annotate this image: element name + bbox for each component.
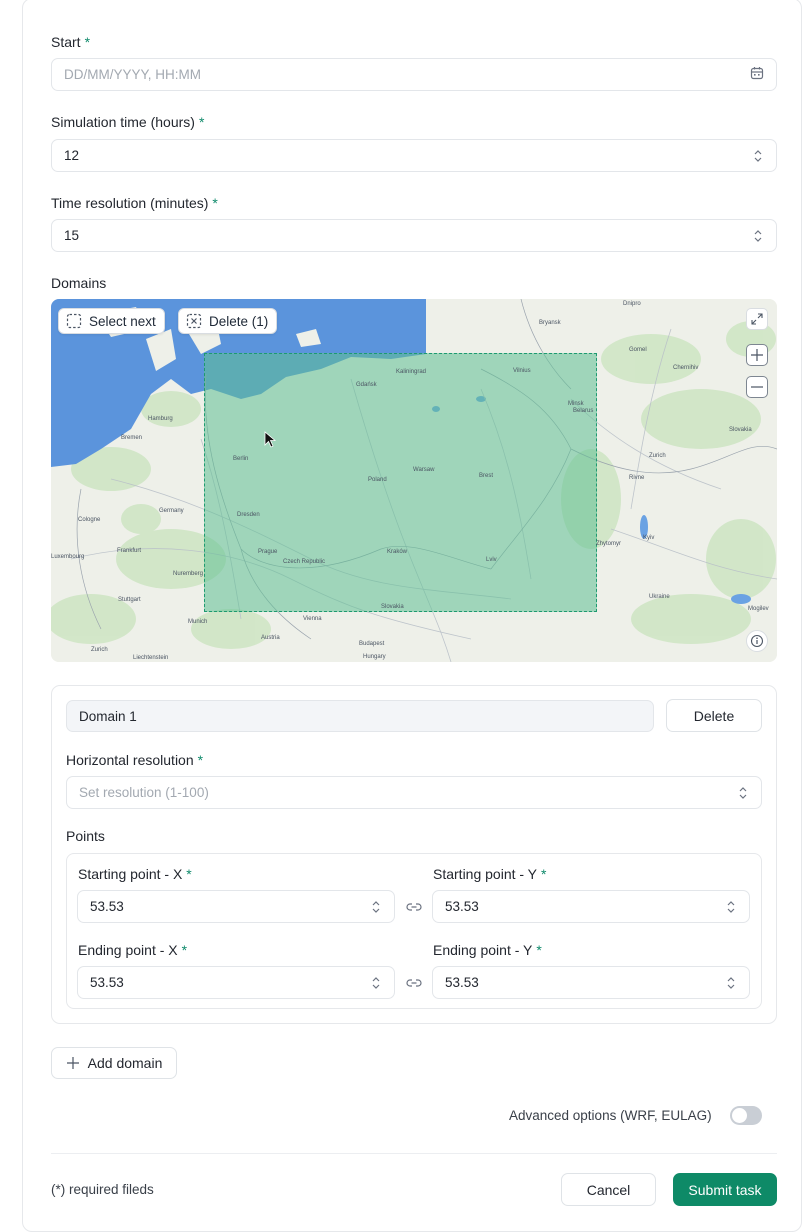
calendar-icon[interactable] — [750, 66, 764, 83]
map-city-label: Luxembourg — [51, 554, 85, 560]
stepper-icon[interactable] — [725, 975, 737, 991]
map-city-label: Dnipro — [623, 301, 641, 307]
stepper-icon[interactable] — [752, 228, 764, 244]
select-area-icon — [66, 313, 82, 329]
cancel-button[interactable]: Cancel — [561, 1173, 656, 1206]
map-city-label: Dresden — [237, 512, 260, 518]
map-city-label: Ukraine — [649, 594, 670, 600]
map-city-label: Munich — [188, 619, 208, 625]
map-city-label: Berlin — [233, 456, 249, 462]
map-city-label: Zurich — [91, 647, 108, 653]
ending-point-y-input[interactable]: 53.53 — [432, 966, 750, 999]
map-city-label: Budapest — [359, 641, 385, 647]
link-icon[interactable] — [406, 977, 422, 989]
horizontal-resolution-label: Horizontal resolution * — [66, 752, 204, 768]
time-resolution-input[interactable]: 15 — [51, 219, 777, 252]
starting-point-x-input[interactable]: 53.53 — [77, 890, 395, 923]
map-city-label: Slovakia — [729, 427, 752, 433]
map-city-label: Brest — [479, 473, 494, 479]
start-datetime-input[interactable]: DD/MM/YYYY, HH:MM — [51, 58, 777, 91]
map-city-label: Vienna — [303, 616, 322, 622]
delete-area-button[interactable]: Delete (1) — [178, 308, 278, 334]
selected-domain-area[interactable] — [204, 353, 597, 612]
delete-domain-button[interactable]: Delete — [666, 699, 762, 732]
select-next-button[interactable]: Select next — [58, 308, 165, 334]
start-label: Start * — [51, 34, 91, 50]
delete-area-icon — [186, 313, 202, 329]
map-city-label: Czech Republic — [283, 559, 326, 565]
stepper-icon[interactable] — [370, 899, 382, 915]
map-city-label: Zhytomyr — [596, 541, 622, 547]
stepper-icon[interactable] — [752, 148, 764, 164]
map-city-label: Stuttgart — [118, 597, 141, 603]
ending-point-x-input[interactable]: 53.53 — [77, 966, 395, 999]
map-city-label: Hamburg — [148, 416, 173, 422]
map-city-label: Minsk — [568, 401, 584, 407]
map-city-label: Belarus — [573, 408, 594, 414]
map-city-label: Gdańsk — [356, 382, 377, 388]
points-label: Points — [66, 828, 105, 844]
simulation-time-label: Simulation time (hours) * — [51, 114, 205, 130]
map-city-label: Kyiv — [643, 535, 655, 541]
time-resolution-label: Time resolution (minutes) * — [51, 195, 218, 211]
map-city-label: Bremen — [121, 435, 143, 441]
ending-point-y-label: Ending point - Y * — [433, 942, 542, 958]
stepper-icon[interactable] — [737, 785, 749, 801]
cursor-icon — [264, 431, 277, 448]
link-icon[interactable] — [406, 901, 422, 913]
horizontal-resolution-input[interactable]: Set resolution (1-100) — [66, 776, 762, 809]
stepper-icon[interactable] — [725, 899, 737, 915]
expand-icon[interactable] — [746, 308, 768, 330]
map-city-label: Germany — [159, 508, 184, 514]
starting-point-y-label: Starting point - Y * — [433, 866, 547, 882]
map-city-label: Warsaw — [413, 467, 435, 473]
plus-icon — [66, 1057, 79, 1069]
map-city-label: Poland — [368, 477, 387, 483]
map-city-label: Chernihiv — [673, 365, 699, 371]
domain-name-input[interactable]: Domain 1 — [66, 700, 654, 732]
domains-label: Domains — [51, 275, 107, 291]
starting-point-x-label: Starting point - X * — [78, 866, 192, 882]
map-city-label: Rivne — [629, 475, 645, 481]
submit-task-button[interactable]: Submit task — [673, 1173, 777, 1206]
advanced-options-toggle[interactable] — [730, 1106, 762, 1125]
map-city-label: Austria — [261, 635, 280, 641]
map-city-label: Vilnius — [513, 368, 531, 374]
add-domain-button[interactable]: Add domain — [51, 1047, 177, 1079]
map-city-label: Prague — [258, 549, 278, 555]
map-city-label: Kraków — [387, 549, 408, 555]
map-city-label: Gomel — [629, 347, 647, 353]
map-city-label: Bryansk — [539, 320, 561, 326]
map-city-label: Nuremberg — [173, 571, 204, 577]
zoom-out-icon[interactable] — [746, 376, 768, 398]
info-icon[interactable] — [746, 630, 768, 652]
advanced-options-label: Advanced options (WRF, EULAG) — [509, 1108, 712, 1123]
ending-point-x-label: Ending point - X * — [78, 942, 188, 958]
map-city-label: Cologne — [78, 517, 101, 523]
map-city-label: Mogilev — [748, 606, 769, 612]
map-city-label: Kaliningrad — [396, 369, 427, 375]
footer-divider — [51, 1153, 777, 1154]
map-city-label: Liechtenstein — [133, 655, 169, 661]
map-city-label: Lviv — [486, 557, 497, 563]
zoom-in-icon[interactable] — [746, 344, 768, 366]
domain-map[interactable]: Bryansk Gomel Chernihiv Dnipro Slovakia … — [51, 299, 777, 662]
map-city-label: Zurich — [649, 453, 666, 459]
required-fields-note: (*) required fileds — [51, 1182, 154, 1197]
stepper-icon[interactable] — [370, 975, 382, 991]
map-city-label: Frankfurt — [117, 548, 142, 554]
simulation-time-input[interactable]: 12 — [51, 139, 777, 172]
map-city-label: Hungary — [363, 654, 386, 660]
starting-point-y-input[interactable]: 53.53 — [432, 890, 750, 923]
map-city-label: Slovakia — [381, 604, 404, 610]
